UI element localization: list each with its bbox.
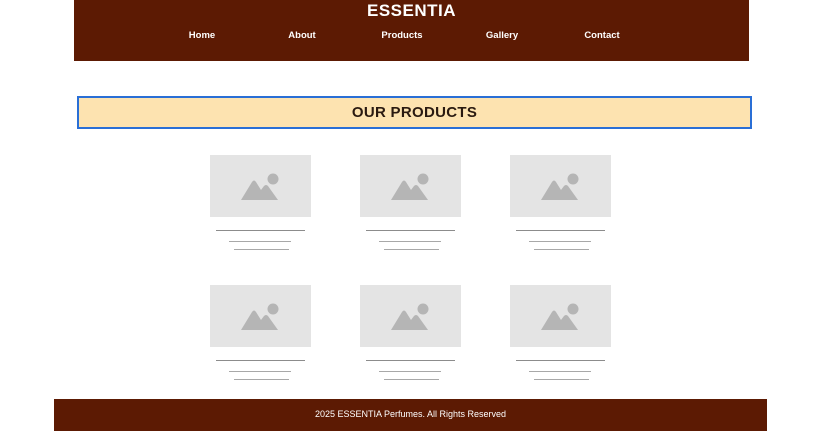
image-placeholder-icon: [391, 173, 429, 200]
product-text-placeholder: [384, 379, 439, 380]
product-text-placeholder: [234, 379, 289, 380]
product-image[interactable]: [210, 285, 311, 347]
product-title-placeholder: [366, 360, 455, 361]
image-placeholder-icon: [241, 303, 279, 330]
footer-copyright: 2025 ESSENTIA Perfumes. All Rights Reser…: [314, 409, 507, 419]
nav-link-products[interactable]: Products: [362, 30, 442, 42]
nav-link-about[interactable]: About: [262, 30, 342, 42]
product-title-placeholder: [366, 230, 455, 231]
product-text-placeholder: [229, 241, 291, 242]
product-text-placeholder: [529, 241, 591, 242]
image-placeholder-icon: [241, 173, 279, 200]
product-card[interactable]: [210, 155, 312, 255]
nav-link-gallery[interactable]: Gallery: [462, 30, 542, 42]
nav-link-home[interactable]: Home: [162, 30, 242, 42]
product-text-placeholder: [529, 371, 591, 372]
page: ESSENTIA Home About Products Gallery Con…: [0, 0, 820, 431]
site-header: ESSENTIA Home About Products Gallery Con…: [74, 0, 749, 61]
product-card[interactable]: [510, 285, 612, 385]
product-text-placeholder: [534, 249, 589, 250]
product-text-placeholder: [384, 249, 439, 250]
product-title-placeholder: [216, 360, 305, 361]
site-footer: 2025 ESSENTIA Perfumes. All Rights Reser…: [54, 399, 767, 431]
product-image[interactable]: [510, 285, 611, 347]
product-text-placeholder: [234, 249, 289, 250]
site-title: ESSENTIA: [366, 1, 457, 20]
product-title-placeholder: [516, 360, 605, 361]
nav-link-contact[interactable]: Contact: [562, 30, 642, 42]
image-placeholder-icon: [541, 173, 579, 200]
product-image[interactable]: [510, 155, 611, 217]
product-card[interactable]: [360, 285, 462, 385]
product-image[interactable]: [210, 155, 311, 217]
product-text-placeholder: [379, 371, 441, 372]
product-card[interactable]: [360, 155, 462, 255]
product-card[interactable]: [510, 155, 612, 255]
section-title: OUR PRODUCTS: [351, 104, 478, 121]
image-placeholder-icon: [391, 303, 429, 330]
product-card[interactable]: [210, 285, 312, 385]
product-title-placeholder: [216, 230, 305, 231]
section-banner: OUR PRODUCTS: [77, 96, 752, 129]
product-title-placeholder: [516, 230, 605, 231]
product-image[interactable]: [360, 285, 461, 347]
product-image[interactable]: [360, 155, 461, 217]
product-text-placeholder: [379, 241, 441, 242]
product-text-placeholder: [534, 379, 589, 380]
product-text-placeholder: [229, 371, 291, 372]
image-placeholder-icon: [541, 303, 579, 330]
